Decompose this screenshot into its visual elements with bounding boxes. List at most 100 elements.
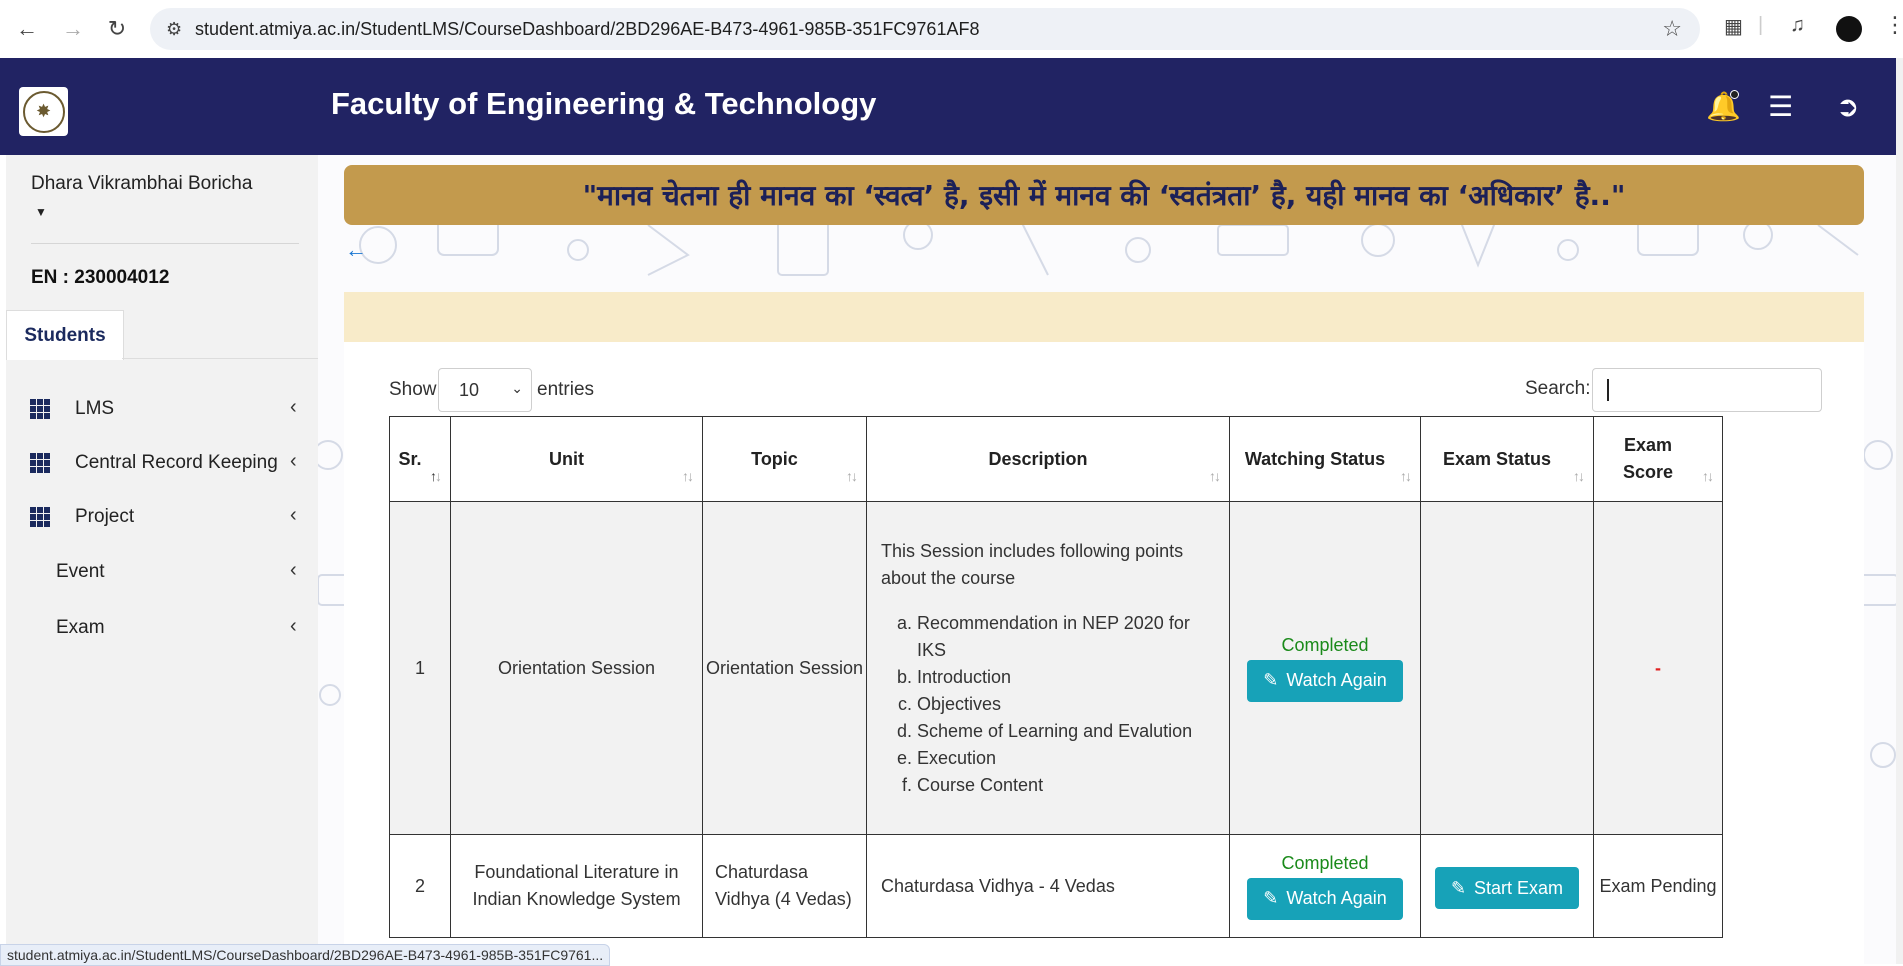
column-header-topic[interactable]: Topic ↑↓: [702, 416, 867, 502]
course-panel: Show 10 ⌄ entries Search: Sr. ↑↓ Unit ↑↓ T…: [344, 292, 1864, 964]
extensions-icon[interactable]: ▦: [1724, 14, 1743, 39]
sort-icon: ↑↓: [1400, 468, 1412, 484]
watch-again-button[interactable]: ✎ Watch Again: [1247, 659, 1403, 702]
table-header-row: Sr. ↑↓ Unit ↑↓ Topic ↑↓ Description ↑↓ Watch…: [389, 416, 1723, 502]
media-control-icon[interactable]: ♫: [1790, 14, 1805, 37]
list-item: Course Content: [917, 772, 1215, 799]
grid-icon: [30, 453, 50, 473]
cell-unit: Foundational Literature in Indian Knowle…: [450, 834, 703, 938]
user-dropdown-caret-icon[interactable]: ▼: [35, 205, 47, 219]
watching-status-text: Completed: [1281, 634, 1369, 655]
watch-again-button[interactable]: ✎ Watch Again: [1247, 877, 1403, 920]
sort-icon: ↑↓: [1209, 468, 1221, 484]
cell-topic: Chaturdasa Vidhya (4 Vedas): [702, 834, 867, 938]
search-label: Search:: [1525, 378, 1591, 399]
browser-toolbar: ← → ↻ ⚙ student.atmiya.ac.in/StudentLMS/…: [0, 0, 1903, 59]
entries-select[interactable]: 10 ⌄: [438, 368, 532, 412]
sidebar-item-event[interactable]: Event ‹: [6, 552, 318, 592]
sidebar-item-central-record-keeping[interactable]: Central Record Keeping ‹: [6, 443, 318, 483]
sidebar-item-project[interactable]: Project ‹: [6, 497, 318, 537]
back-icon[interactable]: ←: [12, 14, 42, 44]
sidebar-item-exam[interactable]: Exam ‹: [6, 608, 318, 648]
sidebar-item-lms[interactable]: LMS ‹: [6, 389, 318, 429]
cell-description: Chaturdasa Vidhya - 4 Vedas: [866, 834, 1230, 938]
cell-sr: 1: [389, 501, 451, 835]
cell-exam-status: ✎ Start Exam: [1420, 834, 1594, 938]
motto-banner: "मानव चेतना ही मानव का ‘स्वत्व’ है, इसी …: [344, 165, 1864, 225]
column-header-exam-status[interactable]: Exam Status ↑↓: [1420, 416, 1594, 502]
edit-icon: ✎: [1263, 888, 1279, 908]
site-info-icon[interactable]: ⚙: [166, 19, 182, 40]
chevron-left-icon: ‹: [290, 396, 297, 418]
chevron-left-icon: ‹: [290, 504, 297, 526]
forward-icon[interactable]: →: [58, 14, 88, 44]
column-header-exam-score[interactable]: Exam Score ↑↓: [1593, 416, 1723, 502]
chevron-left-icon: ‹: [290, 559, 297, 581]
column-header-sr[interactable]: Sr. ↑↓: [389, 416, 451, 502]
panel-header: [344, 292, 1864, 342]
cell-topic: Orientation Session: [702, 501, 867, 835]
list-item: Objectives: [917, 691, 1215, 718]
list-item: Introduction: [917, 664, 1215, 691]
header-label: Description: [988, 448, 1088, 469]
edit-icon: ✎: [1263, 670, 1279, 690]
back-arrow-icon[interactable]: ←: [345, 237, 367, 263]
cell-sr: 2: [389, 834, 451, 938]
profile-avatar[interactable]: [1836, 16, 1862, 42]
divider: |: [1758, 14, 1764, 36]
sidebar-item-label: Event: [56, 561, 105, 582]
university-logo[interactable]: ✸: [19, 87, 68, 136]
header-label: Watching Status: [1244, 448, 1386, 469]
seal-icon: ✸: [22, 90, 65, 133]
main-content: "मानव चेतना ही मानव का ‘स्वत्व’ है, इसी …: [318, 155, 1896, 964]
address-bar[interactable]: ⚙ student.atmiya.ac.in/StudentLMS/Course…: [150, 8, 1700, 50]
sort-icon: ↑↓: [430, 468, 442, 484]
sidebar-item-label: Exam: [56, 617, 105, 638]
description-intro: This Session includes following points a…: [881, 540, 1184, 588]
description-points: Recommendation in NEP 2020 for IKS Intro…: [881, 610, 1215, 799]
status-bar-url: student.atmiya.ac.in/StudentLMS/CourseDa…: [0, 944, 611, 966]
page-scrollbar[interactable]: [1896, 58, 1903, 964]
search-input[interactable]: [1592, 368, 1822, 412]
watching-status-text: Completed: [1281, 852, 1369, 873]
entries-value: 10: [459, 380, 480, 400]
button-label: Watch Again: [1286, 670, 1387, 690]
column-header-watching-status[interactable]: Watching Status ↑↓: [1229, 416, 1421, 502]
chevron-left-icon: ‹: [290, 450, 297, 472]
user-name[interactable]: Dhara Vikrambhai Boricha: [31, 173, 252, 195]
header-label: Sr.: [398, 448, 422, 469]
url-text[interactable]: student.atmiya.ac.in/StudentLMS/CourseDa…: [195, 19, 979, 40]
tab-students[interactable]: Students: [6, 310, 124, 360]
app-header: ✸ Faculty of Engineering & Technology 🔔 …: [0, 58, 1896, 155]
chevron-down-icon: ⌄: [511, 380, 523, 396]
logout-icon[interactable]: ➲: [1836, 90, 1859, 123]
sidebar-item-label: Central Record Keeping: [75, 452, 278, 473]
divider: [31, 243, 299, 244]
table-row: 1 Orientation Session Orientation Sessio…: [389, 501, 1723, 835]
column-header-unit[interactable]: Unit ↑↓: [450, 416, 703, 502]
cell-exam-score: -: [1593, 501, 1723, 835]
column-header-description[interactable]: Description ↑↓: [866, 416, 1230, 502]
sort-icon: ↑↓: [846, 468, 858, 484]
sort-icon: ↑↓: [1573, 468, 1585, 484]
start-exam-button[interactable]: ✎ Start Exam: [1434, 867, 1580, 909]
exam-score-value: -: [1655, 657, 1661, 678]
list-item: Recommendation in NEP 2020 for IKS: [917, 610, 1215, 664]
reload-icon[interactable]: ↻: [102, 14, 132, 44]
header-label: Exam Status: [1442, 448, 1552, 469]
page-title: Faculty of Engineering & Technology: [331, 86, 877, 121]
sidebar-item-label: Project: [75, 506, 135, 527]
entries-label: entries: [537, 379, 595, 400]
header-label: Unit: [549, 448, 584, 469]
list-item: Scheme of Learning and Evalution: [917, 718, 1215, 745]
edit-icon: ✎: [1450, 877, 1467, 898]
bookmark-star-icon[interactable]: ☆: [1662, 16, 1682, 42]
browser-menu-icon[interactable]: ⋮: [1884, 12, 1903, 38]
table-row: 2 Foundational Literature in Indian Know…: [389, 834, 1723, 938]
sidebar-item-label: LMS: [75, 398, 115, 419]
show-label: Show: [389, 379, 437, 400]
cell-watching-status: Completed ✎ Watch Again: [1229, 834, 1421, 938]
list-item: Execution: [917, 745, 1215, 772]
settings-sliders-icon[interactable]: ☰: [1768, 90, 1793, 123]
sort-icon: ↑↓: [1702, 468, 1714, 484]
